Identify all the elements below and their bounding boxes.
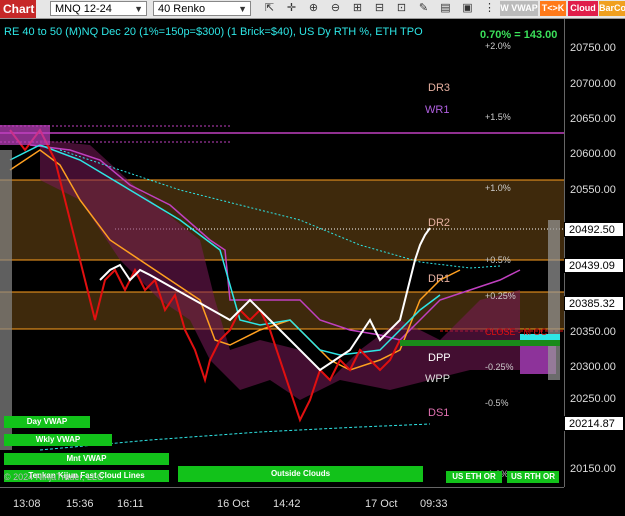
- dr3-label: DR3: [428, 82, 451, 94]
- price-chart-plot[interactable]: RE 40 to 50 (M)NQ Dec 20 (1%=150p=$300) …: [0, 19, 564, 487]
- volume-profile: [0, 125, 50, 145]
- ds1-label: DS1: [428, 407, 450, 419]
- tk-toggle[interactable]: T<>K: [540, 1, 566, 16]
- crosshair-icon[interactable]: ✛: [284, 1, 299, 16]
- barcolor-toggle[interactable]: BarCo: [599, 1, 625, 16]
- pct-level: +0.25%: [485, 291, 516, 301]
- pct-level: +1.0%: [485, 183, 511, 193]
- pointer-icon[interactable]: ⇱: [262, 1, 277, 16]
- price-box: 20385.32: [564, 296, 624, 311]
- y-tick: 20150.00: [570, 463, 616, 475]
- current-price-box: 20492.50: [564, 222, 624, 237]
- cloud-toggle[interactable]: Cloud: [568, 1, 598, 16]
- day-vwap-label[interactable]: Day VWAP: [4, 416, 90, 428]
- y-tick: 20250.00: [570, 393, 616, 405]
- wr1-label: WR1: [425, 104, 450, 116]
- indicators-icon[interactable]: ⊟: [372, 1, 387, 16]
- pct-level: +2.0%: [485, 41, 511, 51]
- y-tick: 20750.00: [570, 42, 616, 54]
- x-tick: 15:36: [66, 498, 94, 510]
- dr2-label: DR2: [428, 217, 451, 229]
- x-tick: 16:11: [117, 498, 144, 510]
- y-tick: 20550.00: [570, 184, 616, 196]
- y-tick: 20650.00: [570, 113, 616, 125]
- volume-profile: [548, 220, 560, 380]
- copyright-text: © 2024 NinjaTrader, LLC: [4, 472, 104, 482]
- value-area-bar: [400, 340, 560, 346]
- instrument-value: MNQ 12-24: [55, 3, 112, 15]
- x-tick: 14:42: [273, 498, 301, 510]
- wpp-label: WPP: [425, 373, 451, 385]
- chart-header: RE 40 to 50 (M)NQ Dec 20 (1%=150p=$300) …: [4, 26, 423, 38]
- pct-level: -0.5%: [485, 398, 509, 408]
- x-tick: 13:08: [13, 498, 41, 510]
- instrument-selector[interactable]: MNQ 12-24 ▼: [50, 1, 147, 16]
- toolbar: Chart MNQ 12-24 ▼ 40 Renko ▼ ⇱ ✛ ⊕ ⊖ ⊞ ⊟…: [0, 0, 625, 19]
- monthly-vwap-label[interactable]: Mnt VWAP: [4, 453, 169, 465]
- y-tick: 20300.00: [570, 361, 616, 373]
- y-tick: 20700.00: [570, 78, 616, 90]
- bar-type-value: 40 Renko: [158, 3, 206, 15]
- pct-change: 0.70% = 143.00: [480, 29, 558, 41]
- x-tick: 17 Oct: [365, 498, 398, 510]
- us-eth-or-label[interactable]: US ETH OR: [446, 471, 502, 483]
- pct-level: -0.25%: [485, 362, 514, 372]
- weekly-vwap-label[interactable]: Wkly VWAP: [4, 434, 112, 446]
- price-box: 20214.87: [564, 416, 624, 431]
- bar-type-selector[interactable]: 40 Renko ▼: [153, 1, 251, 16]
- x-tick: 16 Oct: [217, 498, 250, 510]
- templates-icon[interactable]: ▤: [438, 1, 453, 16]
- dpp-label: DPP: [428, 352, 451, 364]
- outside-clouds-label[interactable]: Outside Clouds: [178, 466, 423, 482]
- y-tick: 20600.00: [570, 148, 616, 160]
- pct-level: +1.5%: [485, 112, 511, 122]
- zoom-out-icon[interactable]: ⊖: [328, 1, 343, 16]
- strategies-icon[interactable]: ⊡: [394, 1, 409, 16]
- volume-profile: [0, 150, 12, 450]
- close-label: CLOSE - M OC: [485, 327, 548, 337]
- screenshot-icon[interactable]: ▣: [460, 1, 475, 16]
- chevron-down-icon: ▼: [134, 4, 143, 14]
- y-tick: 20350.00: [570, 326, 616, 338]
- chart-menu-button[interactable]: Chart: [0, 0, 36, 18]
- pct-level: +0.5%: [485, 255, 511, 265]
- wvwap-toggle[interactable]: W VWAP: [500, 1, 538, 16]
- us-rth-or-label[interactable]: US RTH OR: [507, 471, 559, 483]
- dr1-label: DR1: [428, 273, 451, 285]
- price-box: 20439.09: [564, 258, 624, 273]
- more-icon[interactable]: ⋮: [482, 1, 497, 16]
- drawing-tools-icon[interactable]: ✎: [416, 1, 431, 16]
- chevron-down-icon: ▼: [238, 4, 247, 14]
- x-tick: 09:33: [420, 498, 448, 510]
- zoom-in-icon[interactable]: ⊕: [306, 1, 321, 16]
- properties-icon[interactable]: ⊞: [350, 1, 365, 16]
